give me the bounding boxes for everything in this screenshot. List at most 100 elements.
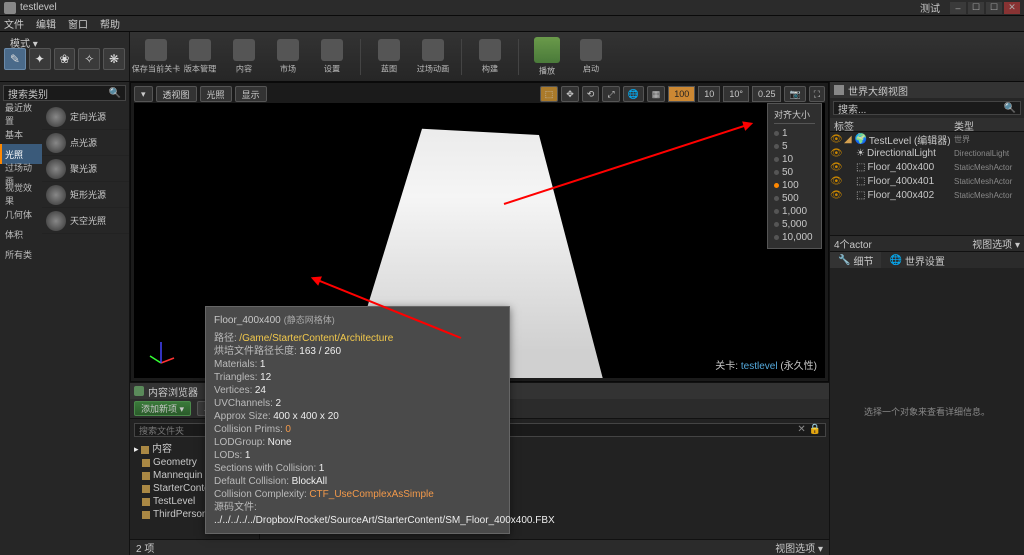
cinematics-icon [422,39,444,61]
mode-place[interactable]: ✎ [4,48,26,70]
tool-settings[interactable]: 设置 [312,36,352,78]
outliner-directional-light[interactable]: 👁☀ DirectionalLightDirectionalLight [830,146,1024,160]
details-empty: 选择一个对象来查看详细信息。 [830,268,1024,555]
maximize-button[interactable]: ☐ [986,2,1002,14]
settings-icon [321,39,343,61]
snap-opt-1000[interactable]: 1,000 [774,205,815,218]
placer-rect-light[interactable]: 矩形光源 [42,182,129,208]
viewport-options[interactable]: ▾ [134,86,153,102]
vp-transform-select[interactable]: ⬚ [540,86,559,102]
vp-coord[interactable]: 🌐 [623,86,644,102]
blueprint-icon [378,39,400,61]
vp-transform-move[interactable]: ✥ [561,86,579,102]
placer-spot-light[interactable]: 聚光源 [42,156,129,182]
tool-save[interactable]: 保存当前关卡 [136,36,176,78]
world-settings-tab[interactable]: 🌐 世界设置 [881,252,952,268]
tool-build[interactable]: 构建 [470,36,510,78]
menu-window[interactable]: 窗口 [68,16,88,31]
snap-opt-10000[interactable]: 10,000 [774,231,815,244]
modes-panel: 模式 ▾ ✎ ✦ ❀ ✧ ❋ [0,32,130,81]
axis-gizmo [146,338,176,368]
tool-content[interactable]: 内容 [224,36,264,78]
mode-foliage[interactable]: ✧ [78,48,100,70]
cat-vfx[interactable]: 视觉效果 [0,184,42,204]
light-icon [46,185,66,205]
vp-transform-scale[interactable]: ⤢ [602,86,619,102]
vp-snap-size[interactable]: 10 [698,86,720,102]
tool-marketplace[interactable]: 市场 [268,36,308,78]
outliner-floor-1[interactable]: 👁⬚ Floor_400x401StaticMeshActor [830,174,1024,188]
placer-search[interactable]: 搜索类别🔍 [3,85,126,101]
snap-opt-10[interactable]: 10 [774,153,815,166]
vp-angle-snap[interactable]: 10° [723,86,749,102]
tool-play[interactable]: 播放 [527,36,567,78]
menu-edit[interactable]: 编辑 [36,16,56,31]
tool-launch[interactable]: 启动 [571,36,611,78]
outliner-view-options[interactable]: 视图选项 ▾ [972,236,1020,251]
snap-opt-50[interactable]: 50 [774,166,815,179]
window-title: testlevel [20,2,57,13]
menu-file[interactable]: 文件 [4,16,24,31]
cat-all[interactable]: 所有类 [0,244,42,264]
snap-opt-5[interactable]: 5 [774,140,815,153]
folder-icon [134,386,144,396]
vp-scale-snap[interactable]: 0.25 [752,86,782,102]
mode-geometry[interactable]: ❋ [103,48,125,70]
mode-landscape[interactable]: ❀ [54,48,76,70]
build-icon [479,39,501,61]
light-icon [46,133,66,153]
outliner-floor-2[interactable]: 👁⬚ Floor_400x402StaticMeshActor [830,188,1024,202]
vp-transform-rotate[interactable]: ⟲ [582,86,600,102]
snap-opt-100[interactable]: 100 [774,179,815,192]
main-toolbar: 保存当前关卡 版本管理 内容 市场 设置 蓝图 过场动画 构建 播放 启动 [130,32,1024,81]
vp-surface-snap[interactable]: ▦ [647,86,666,102]
save-icon [145,39,167,61]
main-menu: 文件 编辑 窗口 帮助 [0,16,1024,32]
mode-paint[interactable]: ✦ [29,48,51,70]
source-control-icon [189,39,211,61]
snap-size-menu: 对齐大小 1 5 10 50 100 500 1,000 5,000 10,00… [767,103,822,249]
details-tab[interactable]: 🔧 细节 [830,252,881,268]
viewport-lit[interactable]: 光照 [200,86,232,102]
cat-volumes[interactable]: 体积 [0,224,42,244]
light-icon [46,107,66,127]
outliner-level[interactable]: 👁◢ 🌍 TestLevel (编辑器)世界 [830,132,1024,146]
vp-camera-speed[interactable]: 📷 [784,86,805,102]
cat-recent[interactable]: 最近放置 [0,104,42,124]
launch-icon [580,39,602,61]
restore-button[interactable]: ☐ [968,2,984,14]
outliner-floor-0[interactable]: 👁⬚ Floor_400x400StaticMeshActor [830,160,1024,174]
tool-cinematics[interactable]: 过场动画 [413,36,453,78]
tool-source-control[interactable]: 版本管理 [180,36,220,78]
outliner-tab[interactable]: 世界大纲视图 [830,82,1024,98]
world-outliner: 世界大纲视图 搜索...🔍 标签类型 👁◢ 🌍 TestLevel (编辑器)世… [830,82,1024,252]
viewport-perspective[interactable]: 透视图 [156,86,197,102]
snap-opt-5000[interactable]: 5,000 [774,218,815,231]
actor-count: 4个actor [834,236,872,251]
placer-sky-light[interactable]: 天空光照 [42,208,129,234]
menu-help[interactable]: 帮助 [100,16,120,31]
level-label: 关卡: testlevel (永久性) [715,357,817,372]
cb-item-count: 2 项 [136,540,154,555]
light-icon [46,211,66,231]
vp-grid-snap[interactable]: 100 [668,86,695,102]
cb-add-new[interactable]: 添加新项 ▾ [134,401,191,416]
placer-point-light[interactable]: 点光源 [42,130,129,156]
cat-basic[interactable]: 基本 [0,124,42,144]
close-button[interactable]: ✕ [1004,2,1020,14]
play-icon [534,37,560,63]
vp-maximize[interactable]: ⛶ [809,86,825,102]
cb-view-options[interactable]: 视图选项 ▾ [775,540,823,555]
snap-opt-500[interactable]: 500 [774,192,815,205]
outliner-search[interactable]: 搜索...🔍 [833,101,1021,115]
snap-menu-header: 对齐大小 [774,108,815,124]
viewport-show[interactable]: 显示 [235,86,267,102]
place-actors-panel: 搜索类别🔍 最近放置 基本 光照 过场动画 视觉效果 几何体 体积 所有类 定向… [0,82,129,277]
placer-directional-light[interactable]: 定向光源 [42,104,129,130]
cat-geometry[interactable]: 几何体 [0,204,42,224]
snap-opt-1[interactable]: 1 [774,127,815,140]
outliner-icon [834,85,844,95]
minimize-button[interactable]: – [950,2,966,14]
modes-label[interactable]: 模式 ▾ [4,34,44,51]
tool-blueprints[interactable]: 蓝图 [369,36,409,78]
